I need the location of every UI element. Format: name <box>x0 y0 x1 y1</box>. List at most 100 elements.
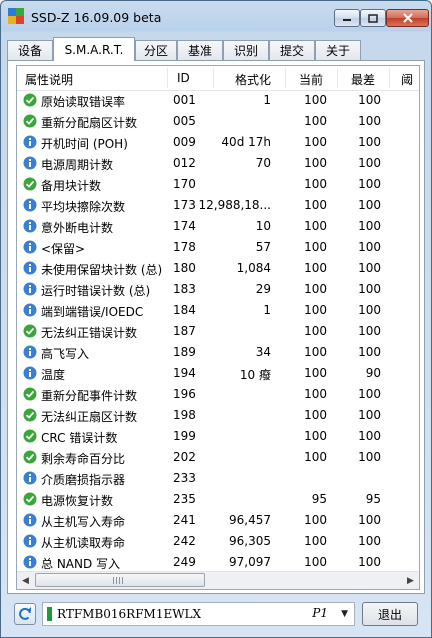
attribute-current: 100 <box>304 261 327 275</box>
attribute-worst: 100 <box>358 450 381 464</box>
column-header-formatted[interactable]: 格式化 <box>235 71 271 88</box>
table-row[interactable]: 剩余寿命百分比 202 100 100 <box>17 447 419 468</box>
tab-smart[interactable]: S.M.A.R.T. <box>53 37 135 61</box>
column-separator[interactable] <box>389 68 390 88</box>
table-row[interactable]: 原始读取错误率 001 1 100 100 <box>17 90 419 111</box>
attribute-name: 总 NAND 写入 <box>41 557 121 571</box>
attribute-id: 202 <box>173 450 196 464</box>
maximize-button[interactable] <box>360 9 386 27</box>
attribute-formatted: 70 <box>255 156 271 170</box>
attribute-name: 意外断电计数 <box>41 221 114 235</box>
tab-identify[interactable]: 识别 <box>223 40 269 60</box>
table-row[interactable]: 重新分配事件计数 196 100 100 <box>17 384 419 405</box>
attribute-worst: 100 <box>358 114 381 128</box>
column-header-threshold[interactable]: 阈 <box>401 71 413 88</box>
column-separator[interactable] <box>337 68 338 88</box>
table-row[interactable]: 总 NAND 写入 249 97,097 100 100 <box>17 552 419 573</box>
minimize-button[interactable] <box>334 9 360 27</box>
table-row[interactable]: 温度 194 10 癈 100 90 <box>17 363 419 384</box>
exit-button[interactable]: 退出 <box>362 602 418 626</box>
tab-submit[interactable]: 提交 <box>269 40 315 60</box>
attribute-id: 174 <box>173 219 196 233</box>
scroll-thumb[interactable] <box>35 573 205 587</box>
attribute-formatted: 34 <box>255 345 271 359</box>
close-button[interactable] <box>386 9 429 27</box>
column-header-attribute[interactable]: 属性说明 <box>25 71 73 88</box>
close-icon <box>402 13 413 23</box>
status-info-icon <box>23 345 37 359</box>
refresh-button[interactable] <box>14 603 36 625</box>
attribute-formatted: 10 癈 <box>239 368 271 382</box>
tab-about[interactable]: 关于 <box>315 40 361 60</box>
column-header-worst[interactable]: 最差 <box>351 71 375 88</box>
table-row[interactable]: 未使用保留块计数 (总) 180 1,084 100 100 <box>17 258 419 279</box>
attribute-name: 温度 <box>41 368 66 382</box>
column-separator[interactable] <box>167 68 168 88</box>
status-info-icon <box>23 198 37 212</box>
attribute-id: 242 <box>173 534 196 548</box>
attribute-worst: 100 <box>358 93 381 107</box>
attribute-current: 100 <box>304 408 327 422</box>
attribute-id: 180 <box>173 261 196 275</box>
table-row[interactable]: 从主机读取寿命 242 96,305 100 100 <box>17 531 419 552</box>
attribute-worst: 100 <box>358 261 381 275</box>
table-row[interactable]: 端到端错误/IOEDC 184 1 100 100 <box>17 300 419 321</box>
table-row[interactable]: 电源恢复计数 235 95 95 <box>17 489 419 510</box>
table-row[interactable]: 重新分配扇区计数 005 100 100 <box>17 111 419 132</box>
table-row[interactable]: CRC 错误计数 199 100 100 <box>17 426 419 447</box>
horizontal-scrollbar[interactable]: ◀ ▶ <box>17 571 419 589</box>
column-separator[interactable] <box>213 68 214 88</box>
status-ok-icon <box>23 177 37 191</box>
table-row[interactable]: 平均块擦除次数 173 12,988,18... 100 100 <box>17 195 419 216</box>
scroll-right-button[interactable]: ▶ <box>402 572 419 589</box>
drive-select[interactable]: RTFMB016RFM1EWLX P1 ▼ <box>42 602 355 626</box>
table-row[interactable]: 运行时错误计数 (总) 183 29 100 100 <box>17 279 419 300</box>
arrow-left-icon: ◀ <box>22 575 29 586</box>
attribute-formatted: 57 <box>255 240 271 254</box>
tab-partitions[interactable]: 分区 <box>135 40 177 60</box>
attribute-name: 运行时错误计数 (总) <box>41 284 151 298</box>
table-row[interactable]: 介质磨损指示器 233 <box>17 468 419 489</box>
attribute-id: 183 <box>173 282 196 296</box>
status-ok-icon <box>23 450 37 464</box>
status-info-icon <box>23 534 37 548</box>
table-row[interactable]: 电源周期计数 012 70 100 100 <box>17 153 419 174</box>
attribute-name: 平均块擦除次数 <box>41 200 126 214</box>
chevron-down-icon[interactable]: ▼ <box>341 609 348 619</box>
column-header-id[interactable]: ID <box>177 71 190 85</box>
attribute-name: 重新分配事件计数 <box>41 389 138 403</box>
table-row[interactable]: 备用块计数 170 100 100 <box>17 174 419 195</box>
footer: RTFMB016RFM1EWLX P1 ▼ 退出 <box>1 597 431 637</box>
scroll-left-button[interactable]: ◀ <box>17 572 34 589</box>
tab-device[interactable]: 设备 <box>7 40 53 60</box>
tab-benchmark[interactable]: 基准 <box>177 40 223 60</box>
table-row[interactable]: 开机时间 (POH) 009 40d 17h 100 100 <box>17 132 419 153</box>
column-header-current[interactable]: 当前 <box>299 71 323 88</box>
attribute-id: 012 <box>173 156 196 170</box>
attribute-formatted: 1,084 <box>236 261 271 275</box>
status-info-icon <box>23 471 37 485</box>
table-row[interactable]: 高飞写入 189 34 100 100 <box>17 342 419 363</box>
table-row[interactable]: <保留> 178 57 100 100 <box>17 237 419 258</box>
drive-port: P1 <box>312 606 328 620</box>
attribute-current: 100 <box>304 555 327 569</box>
tab-label: 关于 <box>325 44 350 58</box>
tab-label: 基准 <box>187 44 212 58</box>
attribute-name: 无法纠正错误计数 <box>41 326 138 340</box>
title-bar[interactable]: SSD-Z 16.09.09 beta <box>1 1 431 31</box>
attribute-id: 170 <box>173 177 196 191</box>
attribute-id: 009 <box>173 135 196 149</box>
smart-list[interactable]: 属性说明 ID 格式化 当前 最差 阈 原始读取错误率 001 1 100 100 重新分… <box>16 65 420 590</box>
attribute-current: 100 <box>304 177 327 191</box>
status-ok-icon <box>23 114 37 128</box>
table-row[interactable]: 从主机写入寿命 241 96,457 100 100 <box>17 510 419 531</box>
attribute-current: 100 <box>304 429 327 443</box>
attribute-worst: 100 <box>358 282 381 296</box>
attribute-worst: 100 <box>358 135 381 149</box>
table-row[interactable]: 无法纠正错误计数 187 100 100 <box>17 321 419 342</box>
table-row[interactable]: 意外断电计数 174 10 100 100 <box>17 216 419 237</box>
attribute-current: 100 <box>304 366 327 380</box>
table-row[interactable]: 无法纠正扇区计数 198 100 100 <box>17 405 419 426</box>
column-separator[interactable] <box>285 68 286 88</box>
attribute-name: 剩余寿命百分比 <box>41 452 126 466</box>
